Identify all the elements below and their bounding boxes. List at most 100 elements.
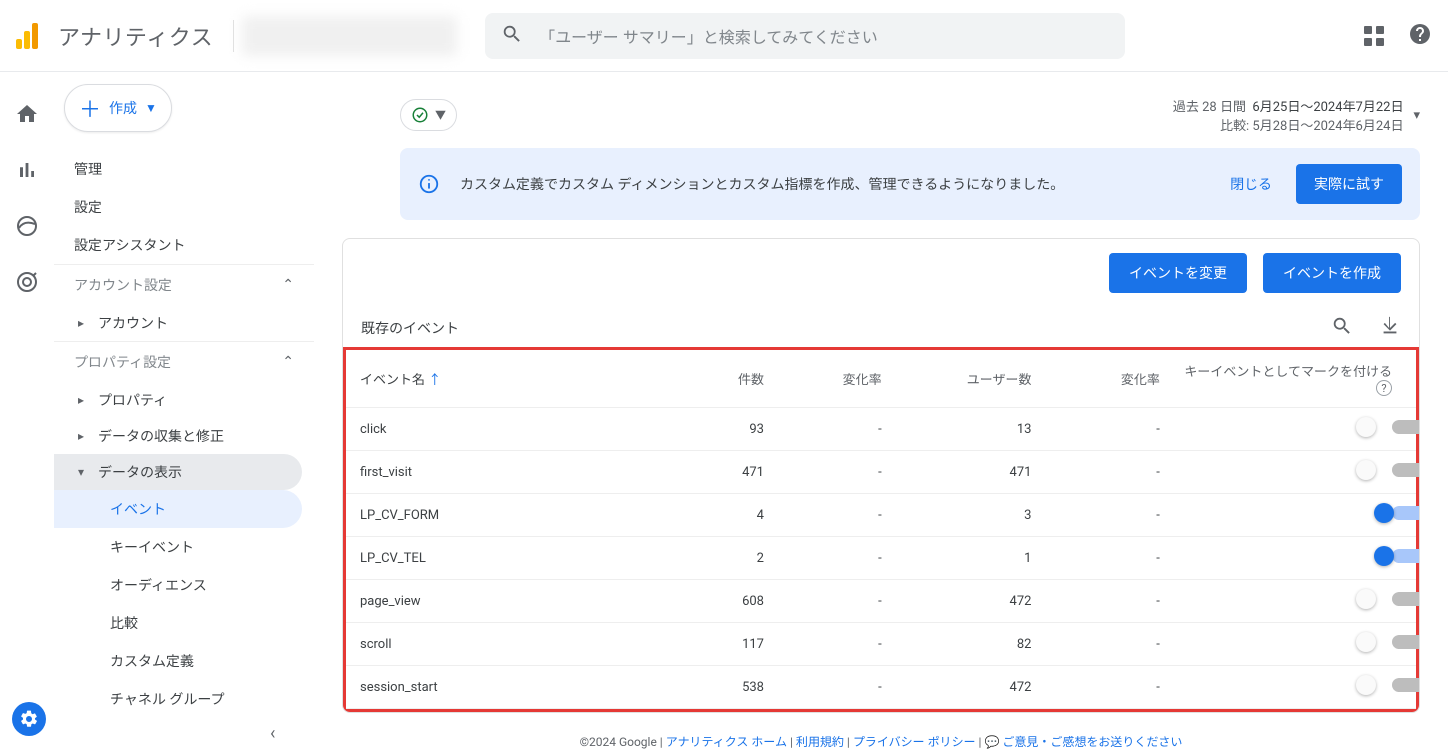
cell-toggle (1170, 580, 1416, 623)
sub-item-key-events[interactable]: キーイベント (54, 528, 314, 566)
tree-item-data-collection[interactable]: ▸ データの収集と修正 (54, 418, 314, 454)
footer: ©2024 Google | アナリティクス ホーム | 利用規約 | プライバ… (314, 733, 1448, 750)
table-row[interactable]: session_start538-472- (346, 666, 1416, 709)
cell-count: 117 (688, 623, 774, 666)
col-event-name[interactable]: イベント名 ↑ (346, 350, 688, 408)
property-selector[interactable] (242, 16, 457, 56)
cell-users: 472 (892, 580, 1042, 623)
cell-count: 4 (688, 494, 774, 537)
cell-users: 13 (892, 408, 1042, 451)
cell-toggle (1170, 537, 1416, 580)
date-range-picker[interactable]: 過去 28 日間 6月25日～2024年7月22日 比較: 5月28日～2024… (1173, 96, 1420, 134)
events-table-highlight: イベント名 ↑ 件数 変化率 ユーザー数 変化率 キーイベントとしてマークを付け… (343, 347, 1419, 712)
cell-count: 608 (688, 580, 774, 623)
main-content: ▼ 過去 28 日間 6月25日～2024年7月22日 比較: 5月28日～20… (314, 72, 1448, 754)
reports-icon[interactable] (15, 158, 39, 186)
cell-change: - (774, 408, 892, 451)
table-row[interactable]: LP_CV_TEL2-1- (346, 537, 1416, 580)
table-row[interactable]: first_visit471-471- (346, 451, 1416, 494)
cell-change2: - (1041, 494, 1169, 537)
cell-event-name: page_view (346, 580, 688, 623)
info-banner: カスタム定義でカスタム ディメンションとカスタム指標を作成、管理できるようになり… (400, 148, 1420, 220)
footer-privacy-link[interactable]: プライバシー ポリシー (853, 735, 976, 749)
banner-try-button[interactable]: 実際に試す (1296, 164, 1402, 204)
tree-item-account[interactable]: ▸ アカウント (54, 305, 314, 341)
sub-item-channel-groups[interactable]: チャネル グループ (54, 680, 314, 718)
chevron-down-icon: ▼ (435, 107, 446, 123)
status-chip[interactable]: ▼ (400, 99, 457, 131)
cell-change2: - (1041, 408, 1169, 451)
sidebar-item-settings[interactable]: 設定 (54, 188, 314, 226)
cell-change2: - (1041, 580, 1169, 623)
arrow-down-icon: ▾ (78, 465, 98, 479)
key-event-toggle[interactable] (1356, 634, 1392, 650)
cell-users: 472 (892, 666, 1042, 709)
table-row[interactable]: click93-13- (346, 408, 1416, 451)
banner-close-button[interactable]: 閉じる (1230, 174, 1272, 194)
key-event-toggle[interactable] (1356, 419, 1392, 435)
section-property-settings[interactable]: プロパティ設定 ⌃ (54, 341, 314, 382)
col-mark-key-event: キーイベントとしてマークを付ける? (1170, 350, 1416, 408)
apps-icon[interactable] (1364, 26, 1384, 46)
search-box[interactable]: 「ユーザー サマリー」と検索してみてください (485, 13, 1125, 59)
key-event-toggle[interactable] (1356, 548, 1392, 564)
events-table: イベント名 ↑ 件数 変化率 ユーザー数 変化率 キーイベントとしてマークを付け… (346, 350, 1416, 709)
col-change[interactable]: 変化率 (774, 350, 892, 408)
app-title: アナリティクス (58, 20, 213, 52)
footer-terms-link[interactable]: 利用規約 (796, 735, 844, 749)
sub-item-custom-definitions[interactable]: カスタム定義 (54, 642, 314, 680)
arrow-right-icon: ▸ (78, 429, 98, 443)
col-users[interactable]: ユーザー数 (892, 350, 1042, 408)
cell-users: 1 (892, 537, 1042, 580)
cell-event-name: click (346, 408, 688, 451)
table-row[interactable]: page_view608-472- (346, 580, 1416, 623)
chevron-down-icon: ▼ (145, 101, 157, 115)
cell-toggle (1170, 451, 1416, 494)
create-event-button[interactable]: イベントを作成 (1263, 253, 1401, 293)
search-icon[interactable] (1331, 315, 1353, 341)
key-event-toggle[interactable] (1356, 677, 1392, 693)
cell-change2: - (1041, 623, 1169, 666)
key-event-toggle[interactable] (1356, 505, 1392, 521)
feedback-icon: 💬 (984, 735, 999, 749)
section-account-settings[interactable]: アカウント設定 ⌃ (54, 264, 314, 305)
sub-item-compare[interactable]: 比較 (54, 604, 314, 642)
help-icon[interactable] (1408, 22, 1432, 50)
plus-icon: ＋ (79, 92, 101, 124)
tree-item-property[interactable]: ▸ プロパティ (54, 382, 314, 418)
help-circle-icon[interactable]: ? (1376, 380, 1392, 396)
cell-toggle (1170, 408, 1416, 451)
cell-count: 2 (688, 537, 774, 580)
events-card: イベントを変更 イベントを作成 既存のイベント イベント名 ↑ 件数 変化率 ユ… (342, 238, 1420, 713)
key-event-toggle[interactable] (1356, 591, 1392, 607)
footer-feedback-link[interactable]: ご意見・ご感想をお送りください (1002, 735, 1182, 749)
settings-fab[interactable] (12, 702, 46, 736)
cell-change: - (774, 494, 892, 537)
download-icon[interactable] (1379, 315, 1401, 341)
tree-item-data-display[interactable]: ▾ データの表示 (54, 454, 302, 490)
cell-event-name: scroll (346, 623, 688, 666)
cell-toggle (1170, 623, 1416, 666)
sub-item-audiences[interactable]: オーディエンス (54, 566, 314, 604)
table-row[interactable]: scroll117-82- (346, 623, 1416, 666)
advertising-icon[interactable] (15, 270, 39, 298)
explore-icon[interactable] (15, 214, 39, 242)
cell-event-name: first_visit (346, 451, 688, 494)
footer-home-link[interactable]: アナリティクス ホーム (666, 735, 787, 749)
create-button[interactable]: ＋ 作成 ▼ (64, 84, 172, 132)
cell-count: 538 (688, 666, 774, 709)
cell-change: - (774, 623, 892, 666)
home-icon[interactable] (15, 102, 39, 130)
col-change2[interactable]: 変化率 (1041, 350, 1169, 408)
key-event-toggle[interactable] (1356, 462, 1392, 478)
collapse-sidebar-icon[interactable]: ‹ (270, 723, 275, 744)
cell-toggle (1170, 666, 1416, 709)
sidebar-item-setup-assistant[interactable]: 設定アシスタント (54, 226, 314, 264)
sidebar-item-admin[interactable]: 管理 (54, 150, 314, 188)
sub-item-events[interactable]: イベント (54, 490, 302, 528)
col-count[interactable]: 件数 (688, 350, 774, 408)
analytics-logo-icon (16, 23, 38, 49)
cell-change2: - (1041, 666, 1169, 709)
table-row[interactable]: LP_CV_FORM4-3- (346, 494, 1416, 537)
edit-event-button[interactable]: イベントを変更 (1109, 253, 1247, 293)
